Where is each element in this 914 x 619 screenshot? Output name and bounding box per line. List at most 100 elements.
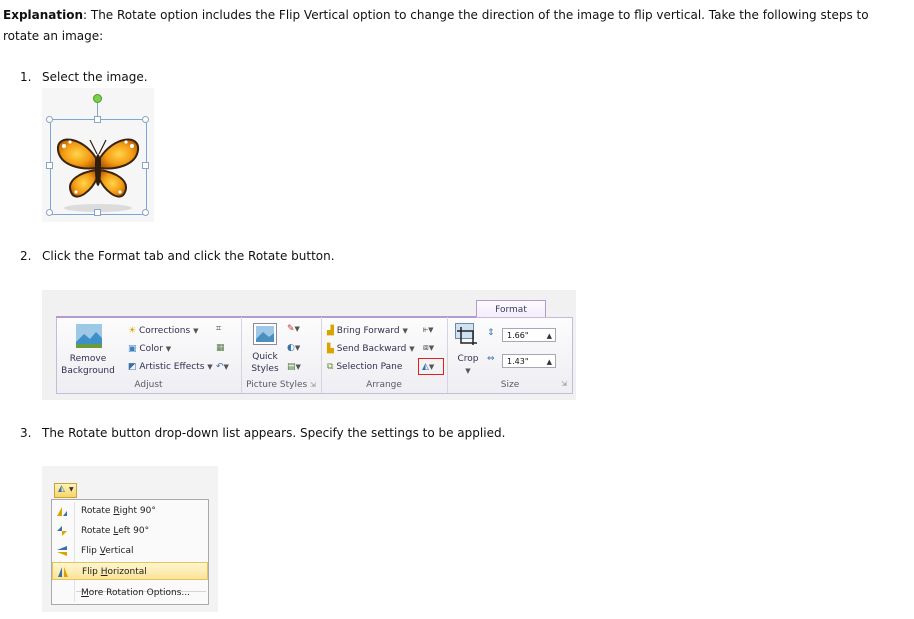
- quick-styles-button[interactable]: Quick Styles: [245, 351, 285, 375]
- crop-icon: [455, 323, 477, 345]
- rotate-left-icon: [57, 526, 67, 536]
- menu-item-rotate-left[interactable]: Rotate Left 90°: [52, 522, 208, 540]
- flip-horizontal-icon: [58, 567, 68, 577]
- menu-item-label: More Rotation Options...: [81, 588, 190, 598]
- menu-item-more-rotation-options[interactable]: More Rotation Options...: [52, 584, 208, 602]
- group-picture-styles: Quick Styles ✎▼ ◐▼ ▤▼ Picture Styles ⇲: [241, 317, 322, 393]
- step-text: Click the Format tab and click the Rotat…: [42, 249, 335, 263]
- chevron-down-icon: ▼: [402, 327, 408, 335]
- step-number: 3.: [20, 426, 32, 440]
- group-objects-icon[interactable]: ⧈▼: [423, 342, 434, 354]
- width-field[interactable]: 1.43" ▲: [502, 354, 556, 368]
- chevron-down-icon: ▼: [165, 345, 172, 353]
- butterfly-image-selected[interactable]: [42, 88, 154, 222]
- group-label-picture-styles: Picture Styles ⇲: [246, 380, 316, 390]
- resize-handle-bottom[interactable]: [94, 209, 101, 216]
- resize-handle-left[interactable]: [46, 162, 53, 169]
- group-arrange: ▟ Bring Forward ▼ ▙ Send Backward ▼ ⧉ Se…: [321, 317, 448, 393]
- send-backward-button[interactable]: ▙ Send Backward ▼: [327, 343, 415, 355]
- size-dialog-launcher-icon[interactable]: ⇲: [561, 378, 567, 390]
- explanation-paragraph: Explanation: The Rotate option includes …: [3, 5, 903, 47]
- chevron-down-icon: ▼: [193, 327, 199, 335]
- step-text: Select the image.: [42, 70, 148, 84]
- width-icon: ⇔: [487, 354, 495, 364]
- remove-background-button[interactable]: Remove Background: [58, 353, 118, 377]
- compress-pictures-icon[interactable]: ⌗: [216, 323, 221, 335]
- rotate-icon: ◭: [422, 362, 429, 372]
- quick-styles-label-1: Quick: [252, 352, 278, 362]
- reset-picture-icon[interactable]: ↶▼: [216, 361, 229, 373]
- rotate-menu: Rotate Right 90° Rotate Left 90° Flip Ve…: [51, 499, 209, 605]
- resize-handle-right[interactable]: [142, 162, 149, 169]
- color-label: Color: [139, 344, 163, 354]
- bring-forward-button[interactable]: ▟ Bring Forward ▼: [327, 325, 408, 337]
- resize-handle-top[interactable]: [94, 116, 101, 123]
- crop-button[interactable]: Crop ▼: [455, 353, 481, 377]
- group-label-size: Size: [500, 380, 520, 390]
- resize-handle-top-left[interactable]: [46, 116, 53, 123]
- menu-item-flip-vertical[interactable]: Flip Vertical: [52, 542, 208, 560]
- send-backward-label: Send Backward: [336, 344, 407, 354]
- step-number: 1.: [20, 70, 32, 84]
- explanation-label: Explanation: [3, 8, 84, 22]
- butterfly-icon: [56, 138, 140, 212]
- color-icon: ▣: [128, 344, 137, 354]
- menu-item-flip-horizontal[interactable]: Flip Horizontal: [52, 562, 208, 580]
- step-number: 2.: [20, 249, 32, 263]
- corrections-button[interactable]: ☀ Corrections ▼: [128, 325, 198, 337]
- menu-item-rotate-right[interactable]: Rotate Right 90°: [52, 502, 208, 520]
- format-ribbon: Format Remove Background ☀ Corrections ▼…: [42, 290, 576, 400]
- step-2: 2. Click the Format tab and click the Rot…: [20, 248, 335, 264]
- picture-effects-icon[interactable]: ◐▼: [287, 342, 300, 354]
- selection-pane-button[interactable]: ⧉ Selection Pane: [327, 361, 402, 373]
- chevron-down-icon: ▼: [428, 363, 435, 371]
- chevron-down-icon: ▼: [409, 345, 415, 353]
- group-label-adjust: Adjust: [134, 380, 163, 390]
- height-value: 1.66": [507, 331, 529, 340]
- selection-pane-label: Selection Pane: [336, 362, 403, 372]
- bring-forward-label: Bring Forward: [336, 326, 400, 336]
- group-size: Crop ▼ ⇕ 1.66" ▲ ⇔ 1.43" ▲ Size ⇲: [447, 317, 573, 393]
- width-value: 1.43": [507, 357, 529, 366]
- color-button[interactable]: ▣ Color ▼: [128, 343, 171, 355]
- artistic-effects-label: Artistic Effects: [139, 362, 205, 372]
- corrections-label: Corrections: [138, 326, 191, 336]
- height-field[interactable]: 1.66" ▲: [502, 328, 556, 342]
- crop-label: Crop: [457, 354, 479, 364]
- group-adjust: Remove Background ☀ Corrections ▼ ▣ Colo…: [56, 317, 242, 393]
- rotate-button[interactable]: ◭ ▼: [54, 483, 77, 498]
- corrections-icon: ☀: [128, 326, 137, 336]
- remove-background-label-2: Background: [61, 366, 115, 376]
- step-3: 3. The Rotate button drop-down list appea…: [20, 425, 505, 441]
- resize-handle-bottom-right[interactable]: [142, 209, 149, 216]
- explanation-text: : The Rotate option includes the Flip Ve…: [3, 8, 869, 43]
- artistic-effects-icon: ◩: [128, 362, 137, 372]
- spinner-arrows-icon[interactable]: ▲: [547, 355, 552, 369]
- step-text: The Rotate button drop-down list appears…: [42, 426, 506, 440]
- rotate-right-icon: [57, 507, 67, 516]
- rotate-button[interactable]: ◭▼: [422, 361, 434, 373]
- rotate-icon: ◭: [58, 484, 65, 494]
- send-backward-icon: ▙: [327, 344, 334, 354]
- rotate-dropdown-screenshot: ◭ ▼ Rotate Right 90° Rotate Left 90° Fli…: [42, 466, 218, 612]
- change-picture-icon[interactable]: ▦: [216, 342, 225, 354]
- spinner-arrows-icon[interactable]: ▲: [547, 329, 552, 343]
- chevron-down-icon: ▼: [465, 367, 471, 375]
- height-icon: ⇕: [487, 328, 495, 338]
- align-icon[interactable]: ⫦▼: [423, 324, 433, 336]
- chevron-down-icon: ▼: [69, 486, 74, 493]
- artistic-effects-button[interactable]: ◩ Artistic Effects ▼: [128, 361, 213, 373]
- bring-forward-icon: ▟: [327, 326, 334, 336]
- quick-styles-icon: [253, 323, 277, 345]
- flip-vertical-icon: [57, 546, 67, 556]
- resize-handle-top-right[interactable]: [142, 116, 149, 123]
- menu-item-label: Rotate Right 90°: [81, 506, 156, 516]
- menu-item-label: Rotate Left 90°: [81, 526, 150, 536]
- picture-border-icon[interactable]: ✎▼: [287, 323, 300, 335]
- menu-item-label: Flip Vertical: [81, 546, 134, 556]
- resize-handle-bottom-left[interactable]: [46, 209, 53, 216]
- selection-pane-icon: ⧉: [327, 362, 334, 372]
- step-1: 1. Select the image.: [20, 69, 148, 85]
- chevron-down-icon: ▼: [207, 363, 213, 371]
- picture-layout-icon[interactable]: ▤▼: [287, 361, 301, 373]
